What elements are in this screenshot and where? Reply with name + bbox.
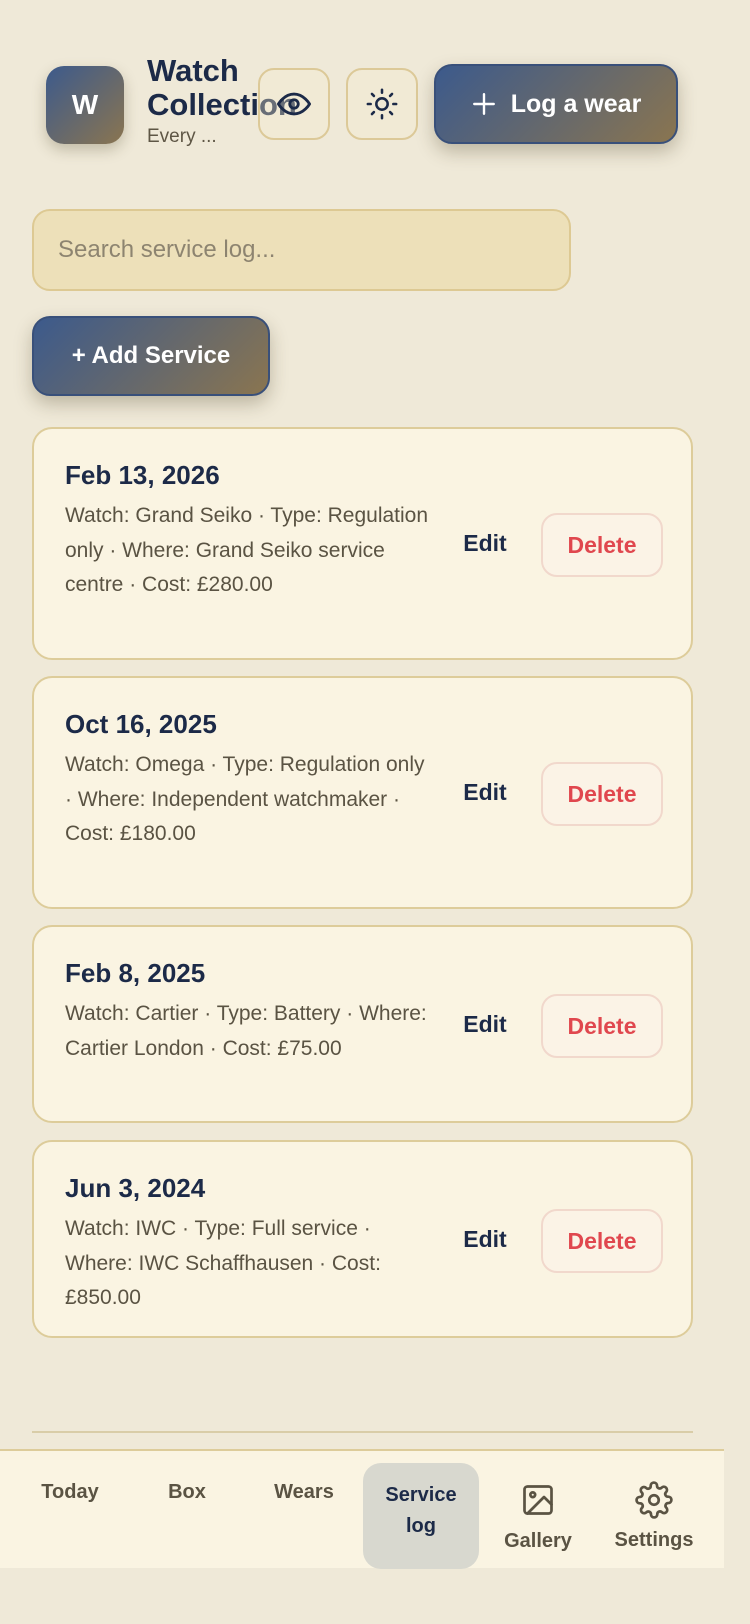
toggle-visibility-button[interactable] bbox=[258, 68, 330, 140]
service-date: Feb 8, 2025 bbox=[65, 958, 206, 988]
app-logo: W bbox=[46, 66, 124, 144]
edit-button[interactable]: Edit bbox=[440, 1219, 530, 1259]
service-entry-card: Feb 13, 2026 Watch: Grand Seiko · Type: … bbox=[32, 427, 693, 660]
log-wear-label: Log a wear bbox=[510, 89, 642, 118]
service-details: Watch: IWC · Type: Full service · Where:… bbox=[65, 1217, 381, 1310]
edit-button[interactable]: Edit bbox=[440, 523, 530, 563]
bottom-nav: Today Box Wears Service log Gallery Sett… bbox=[0, 1449, 724, 1570]
delete-button[interactable]: Delete bbox=[541, 762, 663, 826]
delete-button[interactable]: Delete bbox=[541, 1209, 663, 1273]
plus-icon bbox=[472, 93, 495, 115]
nav-tab-wears[interactable]: Wears bbox=[248, 1451, 360, 1570]
service-entry-card: Oct 16, 2025 Watch: Omega · Type: Regula… bbox=[32, 676, 693, 909]
sun-icon bbox=[366, 88, 398, 120]
service-details: Watch: Omega · Type: Regulation only · W… bbox=[65, 753, 425, 846]
service-date: Jun 3, 2024 bbox=[65, 1173, 206, 1203]
delete-button[interactable]: Delete bbox=[541, 513, 663, 577]
edit-button[interactable]: Edit bbox=[440, 772, 530, 812]
nav-label: Wears bbox=[274, 1481, 334, 1503]
service-entry-card: Jun 3, 2024 Watch: IWC · Type: Full serv… bbox=[32, 1140, 693, 1338]
service-date: Oct 16, 2025 bbox=[65, 709, 217, 739]
nav-label: Box bbox=[168, 1481, 206, 1503]
nav-label: Today bbox=[41, 1481, 99, 1503]
log-wear-button[interactable]: Log a wear bbox=[434, 64, 678, 144]
theme-toggle-button[interactable] bbox=[346, 68, 418, 140]
nav-tab-box[interactable]: Box bbox=[131, 1451, 243, 1570]
add-service-button[interactable]: + Add Service bbox=[32, 316, 270, 396]
service-entry-card: Feb 8, 2025 Watch: Cartier · Type: Batte… bbox=[32, 925, 693, 1123]
service-date: Feb 13, 2026 bbox=[65, 460, 220, 490]
nav-tab-settings[interactable]: Settings bbox=[598, 1451, 710, 1570]
search-input[interactable] bbox=[32, 209, 571, 291]
nav-tab-service-log[interactable]: Service log bbox=[363, 1463, 479, 1569]
eye-icon bbox=[277, 92, 311, 116]
service-details: Watch: Cartier · Type: Battery · Where: … bbox=[65, 1002, 427, 1060]
gear-icon bbox=[635, 1481, 673, 1519]
edit-button[interactable]: Edit bbox=[440, 1004, 530, 1044]
nav-tab-today[interactable]: Today bbox=[14, 1451, 126, 1570]
delete-button[interactable]: Delete bbox=[541, 994, 663, 1058]
nav-label: Service log bbox=[385, 1484, 457, 1537]
divider bbox=[32, 1431, 693, 1433]
app-subtitle: Every ... bbox=[147, 126, 217, 147]
service-details: Watch: Grand Seiko · Type: Regulation on… bbox=[65, 504, 429, 597]
nav-tab-gallery[interactable]: Gallery bbox=[482, 1451, 594, 1570]
nav-label: Gallery bbox=[504, 1530, 572, 1552]
app-header: W Watch Collection Every ... Log a wear bbox=[0, 0, 724, 180]
nav-label: Settings bbox=[614, 1529, 694, 1551]
image-icon bbox=[523, 1485, 553, 1515]
